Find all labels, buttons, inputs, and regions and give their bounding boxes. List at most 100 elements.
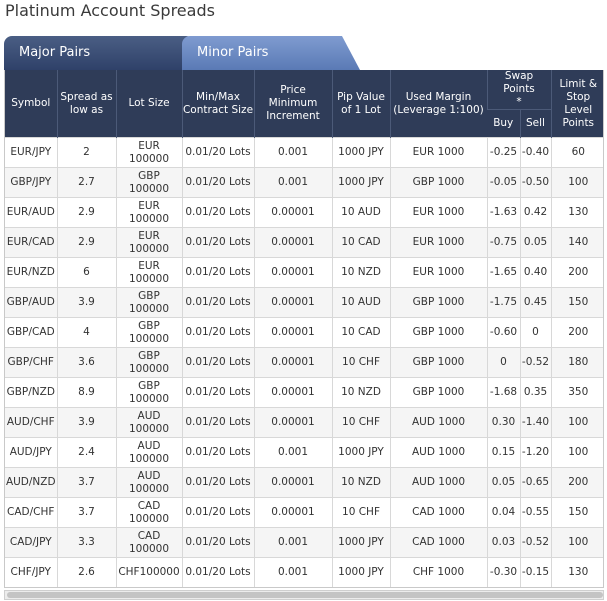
cell-symbol: EUR/NZD xyxy=(5,257,57,288)
cell-buy: -1.63 xyxy=(486,197,520,228)
cell-spread: 2.9 xyxy=(56,227,116,258)
cell-buy: 0.21 xyxy=(487,588,520,589)
cell-limit: 200 xyxy=(550,257,603,288)
cell-lot-size: EUR 100000 xyxy=(115,197,182,228)
lot-currency: AUD xyxy=(137,439,161,452)
cell-symbol: AUD/JPY xyxy=(5,437,57,468)
cell-symbol: AUD/CHF xyxy=(5,407,57,438)
cell-buy: -1.65 xyxy=(486,257,520,288)
table-row: EUR/JPY 2 EUR 100000 0.01/20 Lots 0.001 1000 J… xyxy=(5,137,603,168)
cell-lot-size: GBP 100000 xyxy=(115,377,182,408)
table-row: EUR/CAD 2.9 EUR 100000 0.01/20 Lots 0.00001 10… xyxy=(5,227,603,258)
cell-pmi: 0.001 xyxy=(253,527,332,558)
tab-major-pairs[interactable]: Major Pairs xyxy=(4,36,194,70)
cell-sell: 0.40 xyxy=(519,257,552,288)
lot-amount: 100000 xyxy=(128,272,170,285)
cell-lot-size: CAD 100000 xyxy=(115,497,182,528)
cell-limit: 200 xyxy=(551,588,604,589)
cell-sell: -0.65 xyxy=(519,467,552,498)
cell-limit: 130 xyxy=(550,197,603,228)
cell-symbol: GBP/AUD xyxy=(5,287,57,318)
table-row: CAD/JPY 3.3 CAD 100000 0.01/20 Lots 0.001 1000… xyxy=(5,527,603,558)
cell-margin: CAD 1000 xyxy=(389,527,487,558)
header-lot-size: Lot Size xyxy=(115,70,182,138)
cell-pmi: 0.00001 xyxy=(253,407,332,438)
cell-symbol: AUD/NZD xyxy=(5,467,57,498)
lot-currency: EUR xyxy=(138,199,160,212)
cell-minmax: 0.01/20 Lots xyxy=(181,467,254,498)
cell-lot-size: EUR 100000 xyxy=(115,137,182,168)
cell-pip: 1000 JPY xyxy=(331,137,390,168)
cell-sell: 0.05 xyxy=(519,227,552,258)
cell-sell: -1.20 xyxy=(519,437,552,468)
table-body: EUR/JPY 2 EUR 100000 0.01/20 Lots 0.001 1000 J… xyxy=(5,137,604,589)
cell-sell: 0.45 xyxy=(519,287,552,318)
cell-margin: GBP 1000 xyxy=(389,167,487,198)
cell-pip: 10 CAD xyxy=(331,317,390,348)
cell-minmax: 0.01/20 Lots xyxy=(181,557,254,587)
cell-limit: 130 xyxy=(550,557,603,587)
cell-limit: 100 xyxy=(550,407,603,438)
cell-spread: 3.7 xyxy=(56,467,116,498)
cell-sell: -0.55 xyxy=(519,497,552,528)
cell-minmax: 0.01/20 Lots xyxy=(181,257,254,288)
cell-minmax: 0.01/20 Lots xyxy=(181,137,254,168)
cell-pip: 1000 JPY xyxy=(331,557,390,587)
cell-pip: 10 NZD xyxy=(331,467,390,498)
header-contract-size: Min/Max Contract Size xyxy=(181,70,254,138)
cell-limit: 100 xyxy=(550,167,603,198)
cell-pmi: 0.001 xyxy=(253,437,332,468)
cell-symbol: GBP/CAD xyxy=(5,317,57,348)
lot-currency: EUR xyxy=(138,139,160,152)
lot-currency: GBP xyxy=(138,169,160,182)
lot-currency: EUR xyxy=(138,229,160,242)
cell-lot-size: GBP 100000 xyxy=(115,287,182,318)
lot-amount: 100000 xyxy=(128,512,170,525)
table-row: GBP/AUD 3.9 GBP 100000 0.01/20 Lots 0.00001 10… xyxy=(5,287,603,318)
header-swap-points: Swap Points * xyxy=(486,70,552,110)
cell-buy: -0.05 xyxy=(486,167,520,198)
lot-amount: 100000 xyxy=(128,152,170,165)
header-swap-buy: Buy xyxy=(487,109,520,138)
cell-margin: AUD 1000 xyxy=(389,467,487,498)
cell-margin: GBP 1000 xyxy=(389,287,487,318)
cell-margin: EUR 1000 xyxy=(389,257,487,288)
cell-margin: AUD 1000 xyxy=(389,437,487,468)
cell-lot-size: EUR 100000 xyxy=(115,227,182,258)
lot-currency: GBP xyxy=(138,319,160,332)
cell-spread: 8.9 xyxy=(56,377,116,408)
cell-limit: 150 xyxy=(550,287,603,318)
cell-pip: 10 CHF xyxy=(331,347,390,378)
horizontal-scrollbar[interactable] xyxy=(4,590,604,600)
cell-symbol: EUR/AUD xyxy=(5,197,57,228)
cell-limit: 140 xyxy=(550,227,603,258)
cell-symbol: GBP/JPY xyxy=(5,167,57,198)
cell-buy: -1.75 xyxy=(486,287,520,318)
tab-bar: Major Pairs Minor Pairs xyxy=(0,36,607,70)
cell-spread: 3.7 xyxy=(56,497,116,528)
cell-margin: GBP 1000 xyxy=(389,347,487,378)
cell-minmax: 0.01/20 Lots xyxy=(181,197,254,228)
cell-lot-size: EUR 100000 xyxy=(115,257,182,288)
cell-pmi: 0.00001 xyxy=(253,347,332,378)
cell-minmax: 0.01/20 Lots xyxy=(181,497,254,528)
cell-pmi: 0.00001 xyxy=(253,227,332,258)
lot-currency: AUD xyxy=(137,409,161,422)
table-row: CHF/JPY 2.6 CHF100000 0.01/20 Lots 0.001 1000… xyxy=(5,557,603,587)
tab-minor-pairs[interactable]: Minor Pairs xyxy=(182,36,360,70)
lot-currency: GBP xyxy=(138,379,160,392)
lot-amount: 100000 xyxy=(128,242,170,255)
lot-amount: 100000 xyxy=(128,302,170,315)
scrollbar-thumb[interactable] xyxy=(7,592,603,598)
cell-lot-size: NZD100000 xyxy=(116,588,182,589)
cell-lot-size: CHF100000 xyxy=(115,557,182,587)
cell-spread: 2.6 xyxy=(56,557,116,587)
cell-spread: 2.7 xyxy=(56,167,116,198)
cell-symbol: EUR/JPY xyxy=(5,137,57,168)
lot-amount: 100000 xyxy=(128,212,170,225)
cell-pip: 10 CHF xyxy=(332,588,390,589)
cell-minmax: 0.01/20 Lots xyxy=(181,227,254,258)
cell-minmax: 0.01/20 Lots xyxy=(181,167,254,198)
cell-pmi: 0.00001 xyxy=(253,497,332,528)
cell-sell: 0.42 xyxy=(519,197,552,228)
